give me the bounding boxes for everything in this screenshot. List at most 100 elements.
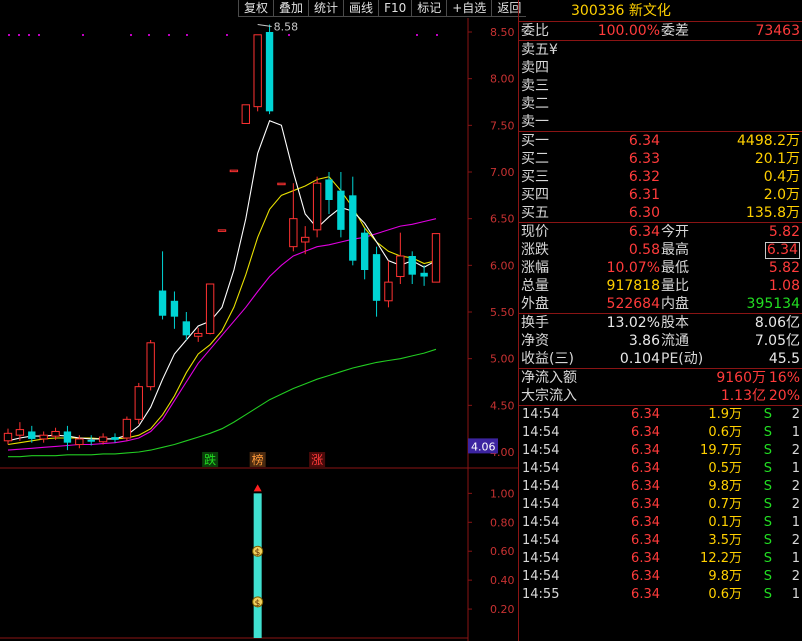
trade-volume: 9.8万 [708,479,742,494]
buy-orders: 买一 6.34 4498.2万 买二 6.33 20.1万 买三 6.32 0.4万 买四 6.31… [519,132,802,222]
trade-direction: S [763,425,772,440]
add-watchlist-button[interactable]: +自选 [446,0,492,17]
trade-row[interactable]: 14:54 6.34 0.5万 S 1 [519,460,802,478]
trade-row[interactable]: 14:54 6.34 12.2万 S 1 [519,550,802,568]
marker-dot [82,34,84,36]
ma-line-yellow [7,176,437,446]
marker-dot [288,34,290,36]
trade-price: 6.34 [631,569,660,584]
trade-count: 2 [791,497,800,512]
trade-row[interactable]: 14:54 6.34 1.9万 S 2 [519,406,802,424]
marker-dot [28,34,30,36]
trade-direction: S [763,443,772,458]
trade-direction: S [763,407,772,422]
trade-time: 14:54 [522,479,560,494]
f10-button[interactable]: F10 [378,0,412,17]
buy-level-label: 买四 [521,187,549,203]
quote-value: 10.07% [606,260,660,276]
trade-ticks[interactable]: 14:54 6.34 1.9万 S 2 14:54 6.34 0.6万 S 1 14:54 6.34 1… [519,406,802,604]
kline-chart[interactable]: 8.508.007.507.006.506.005.505.004.504.00… [0,18,518,641]
trade-row[interactable]: 14:55 6.34 0.6万 S 1 [519,586,802,604]
trade-time: 14:55 [522,587,560,602]
trade-row[interactable]: 14:54 6.34 0.1万 S 1 [519,514,802,532]
trade-row[interactable]: 14:54 6.34 9.8万 S 2 [519,568,802,586]
candle-body [431,233,441,283]
trade-row[interactable]: 14:54 6.34 19.7万 S 2 [519,442,802,460]
flow-label: 大宗流入 [521,388,577,404]
candle-body [75,438,84,446]
stock-code: 300336 [571,3,625,19]
buy-level-price: 6.30 [628,205,660,221]
sell-level-row: 卖五¥ [519,41,802,59]
trade-count: 2 [791,569,800,584]
marker-dot [148,34,150,36]
trade-price: 6.34 [631,551,660,566]
marker-text: 榜 [252,452,264,467]
trade-time: 14:54 [522,533,560,548]
trade-direction: S [763,551,772,566]
candle-body [111,437,119,440]
toolbar: 复权 叠加 统计 画线 F10 标记 +自选 返回 [238,0,527,17]
weicha-value: 73463 [755,23,800,39]
trade-volume: 1.9万 [708,407,742,422]
quote-value-2: 5.82 [768,224,800,240]
draw-line-button[interactable]: 画线 [343,0,379,17]
trade-row[interactable]: 14:54 6.34 0.6万 S 1 [519,424,802,442]
buy-level-volume: 2.0万 [763,187,800,203]
mark-button[interactable]: 标记 [411,0,447,17]
quote-row: 涨幅 10.07% 最低 5.82 [519,259,802,277]
price-tick-label: 8.50 [490,26,515,39]
stock-name: 新文化 [628,3,671,19]
restore-rights-button[interactable]: 复权 [238,0,274,17]
quote-value: 522684 [606,296,660,312]
candle-body [360,232,369,270]
quote-label: 涨跌 [521,242,549,258]
peak-label: 8.58 [274,21,299,34]
trade-row[interactable]: 14:54 6.34 9.8万 S 2 [519,478,802,496]
quote-label-2: 今开 [661,224,689,240]
quote-row: 现价 6.34 今开 5.82 [519,223,802,241]
candle-body [3,432,13,442]
trade-price: 6.34 [631,479,660,494]
buy-level-row: 买四 6.31 2.0万 [519,186,802,204]
fundamental-label-2: 股本 [661,315,689,331]
trade-direction: S [763,587,772,602]
candle-body [170,300,179,317]
weicha-label: 委差 [661,23,689,39]
trade-volume: 0.1万 [708,515,742,530]
flow-percent: 16% [768,370,800,386]
trade-row[interactable]: 14:54 6.34 0.7万 S 2 [519,496,802,514]
quote-label: 涨幅 [521,260,549,276]
candle-body [122,418,132,439]
trade-price: 6.34 [631,461,660,476]
quote-value-2: 395134 [746,296,800,312]
fundamental-row: 换手 13.02% 股本 8.06亿 [519,314,802,332]
sell-level-label: 卖四 [521,60,549,76]
price-tick-label: 6.50 [490,213,515,226]
fundamentals: 换手 13.02% 股本 8.06亿 净资 3.86 流通 7.05亿 收益(三) 0.104 PE… [519,314,802,368]
trade-time: 14:54 [522,497,560,512]
statistics-button[interactable]: 统计 [308,0,344,17]
trade-count: 2 [791,533,800,548]
quote-row: 外盘 522684 内盘 395134 [519,295,802,313]
trade-row[interactable]: 14:54 6.34 3.5万 S 2 [519,532,802,550]
quote-value: 0.58 [628,242,660,258]
buy-level-price: 6.31 [628,187,660,203]
candle-body [349,195,357,261]
indicator-arrow [253,484,262,492]
candle-body [325,179,333,200]
candle-body [217,229,227,232]
buy-level-row: 买一 6.34 4498.2万 [519,132,802,150]
trade-time: 14:54 [522,551,560,566]
highlight-box: 6.34 [764,242,800,259]
trade-volume: 19.7万 [700,443,742,458]
fundamental-row: 收益(三) 0.104 PE(动) 45.5 [519,350,802,368]
trade-direction: S [763,533,772,548]
marker-dot [8,34,10,36]
sell-level-row: 卖四 [519,59,802,77]
sell-level-label: 卖二 [521,96,549,112]
trade-direction: S [763,497,772,512]
overlay-button[interactable]: 叠加 [273,0,309,17]
buy-level-price: 6.34 [628,133,660,149]
marker-dot [416,34,418,36]
